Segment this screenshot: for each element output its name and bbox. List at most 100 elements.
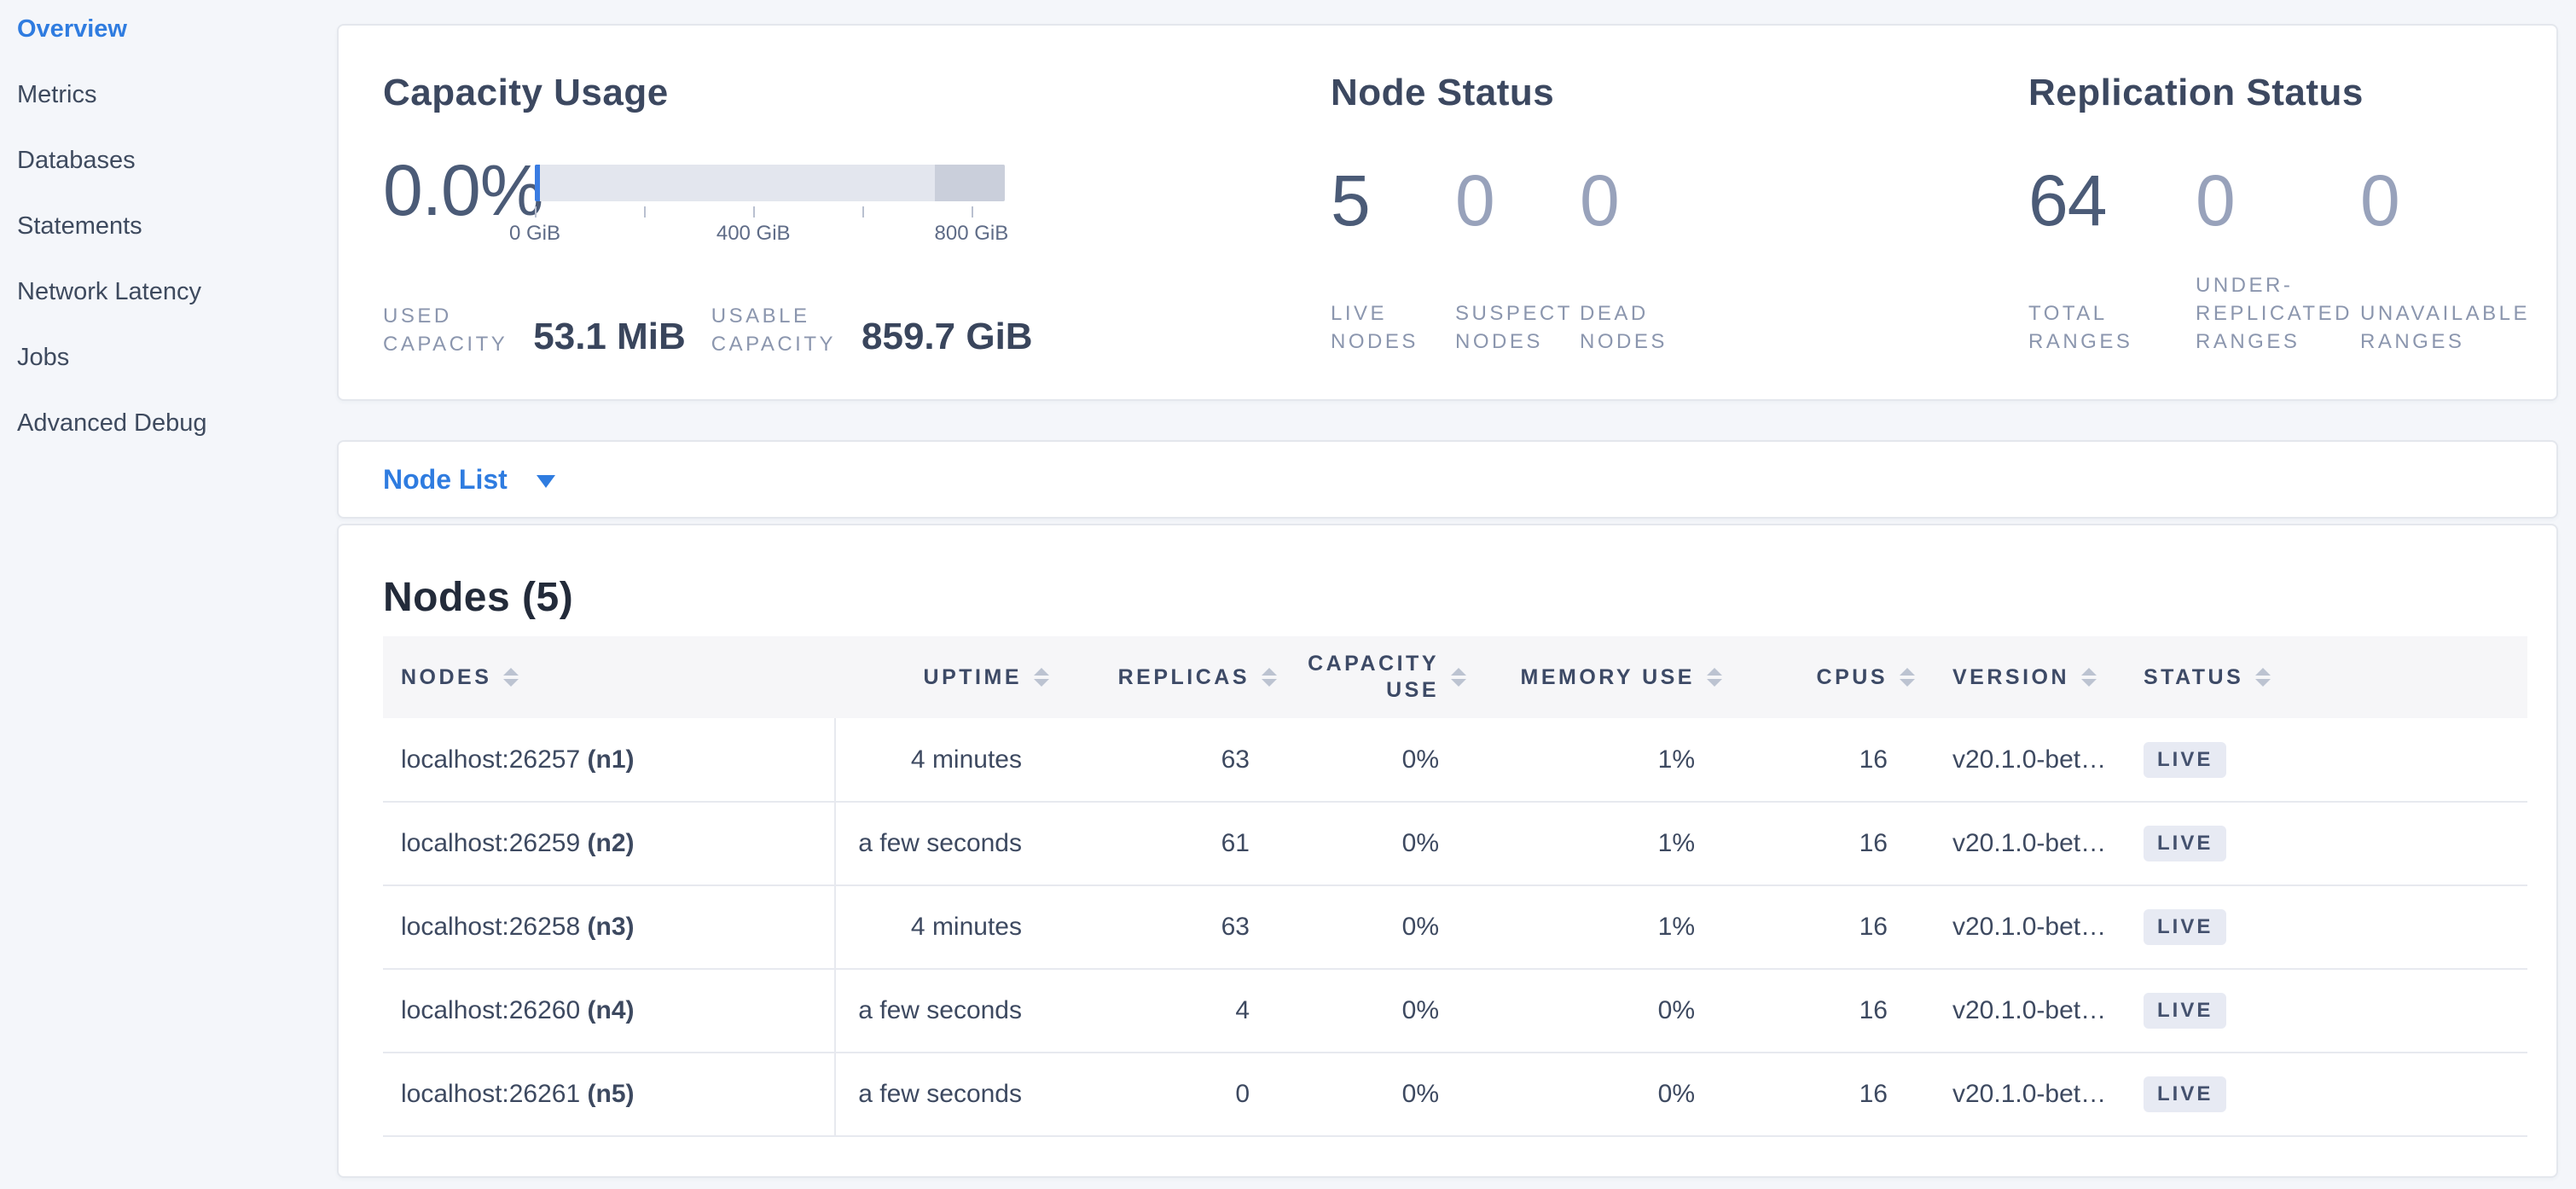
live-nodes-label: LIVENODES [1331, 299, 1455, 357]
unavailable-ranges-value: 0 [2360, 165, 2576, 236]
capacity-gauge-ticks [535, 201, 1005, 220]
nodes-table-card: Nodes (5) NODES UPTIME RE [337, 524, 2558, 1178]
dead-nodes-label: DEADNODES [1580, 299, 1767, 357]
node-memory-use: 0% [1466, 969, 1722, 1053]
column-header-memory-use[interactable]: MEMORY USE [1466, 636, 1722, 718]
node-cpus: 16 [1722, 718, 1915, 802]
node-uptime: 4 minutes [835, 885, 1049, 969]
suspect-nodes-label: SUSPECTNODES [1455, 299, 1580, 357]
total-ranges-value: 64 [2028, 165, 2196, 236]
node-memory-use: 1% [1466, 802, 1722, 885]
node-version: v20.1.0-bet… [1915, 969, 2130, 1053]
sidebar-item-network-latency[interactable]: Network Latency [0, 276, 334, 342]
node-uptime: a few seconds [835, 802, 1049, 885]
usable-capacity-value: 859.7 GiB [862, 317, 1033, 357]
status-badge: LIVE [2144, 909, 2226, 945]
nodes-table: NODES UPTIME REPLICAS [383, 636, 2527, 1137]
total-ranges-label: TOTALRANGES [2028, 299, 2196, 357]
status-badge: LIVE [2144, 826, 2226, 861]
status-badge: LIVE [2144, 993, 2226, 1029]
capacity-gauge: 0 GiB 400 GiB 800 GiB [535, 165, 1005, 246]
node-cpus: 16 [1722, 885, 1915, 969]
node-capacity-use: 0% [1277, 969, 1466, 1053]
capacity-usage-title: Capacity Usage [383, 71, 1033, 115]
unavailable-ranges-label: UNAVAILABLERANGES [2360, 299, 2576, 357]
node-replicas: 63 [1049, 885, 1277, 969]
sidebar-item-databases[interactable]: Databases [0, 145, 334, 211]
status-badge: LIVE [2144, 742, 2226, 778]
suspect-nodes-value: 0 [1455, 165, 1580, 236]
column-header-uptime[interactable]: UPTIME [835, 636, 1049, 718]
node-memory-use: 0% [1466, 1053, 1722, 1136]
main-content: Capacity Usage 0.0% 0 GiB 400 GiB 800 Gi… [337, 0, 2558, 1178]
cluster-summary-card: Capacity Usage 0.0% 0 GiB 400 GiB 800 Gi… [337, 24, 2558, 401]
table-row-node-4[interactable]: localhost:26260 (n4) a few seconds 4 0% … [383, 969, 2527, 1053]
node-address: localhost:26259 [401, 829, 580, 857]
node-uptime: a few seconds [835, 969, 1049, 1053]
table-header-row: NODES UPTIME REPLICAS [383, 636, 2527, 718]
tick-label-400: 400 GiB [717, 222, 791, 246]
node-version: v20.1.0-bet… [1915, 885, 2130, 969]
sort-icon [1707, 668, 1722, 687]
node-list-dropdown[interactable]: Node List [337, 440, 2558, 519]
node-id: (n2) [588, 829, 635, 857]
sort-icon [1900, 668, 1915, 687]
used-capacity-value: 53.1 MiB [533, 317, 686, 357]
node-uptime: a few seconds [835, 1053, 1049, 1136]
node-address: localhost:26261 [401, 1080, 580, 1108]
sort-icon [2255, 668, 2271, 687]
node-replicas: 0 [1049, 1053, 1277, 1136]
node-capacity-use: 0% [1277, 718, 1466, 802]
node-address: localhost:26257 [401, 745, 580, 774]
column-header-cpus[interactable]: CPUS [1722, 636, 1915, 718]
node-capacity-use: 0% [1277, 802, 1466, 885]
node-version: v20.1.0-bet… [1915, 1053, 2130, 1136]
table-row-node-5[interactable]: localhost:26261 (n5) a few seconds 0 0% … [383, 1053, 2527, 1136]
node-cpus: 16 [1722, 802, 1915, 885]
tick-label-800: 800 GiB [935, 222, 1009, 246]
node-memory-use: 1% [1466, 885, 1722, 969]
table-row-node-3[interactable]: localhost:26258 (n3) 4 minutes 63 0% 1% … [383, 885, 2527, 969]
sort-icon [1451, 668, 1466, 687]
node-capacity-use: 0% [1277, 1053, 1466, 1136]
under-replicated-ranges-value: 0 [2196, 165, 2360, 236]
node-address: localhost:26258 [401, 913, 580, 941]
node-id: (n3) [588, 913, 635, 941]
column-header-replicas[interactable]: REPLICAS [1049, 636, 1277, 718]
status-badge: LIVE [2144, 1076, 2226, 1112]
node-replicas: 61 [1049, 802, 1277, 885]
node-address: localhost:26260 [401, 996, 580, 1024]
under-replicated-ranges-label: UNDER-REPLICATEDRANGES [2196, 271, 2360, 357]
sidebar: Overview Metrics Databases Statements Ne… [0, 0, 334, 473]
node-id: (n5) [588, 1080, 635, 1108]
nodes-table-title: Nodes (5) [383, 575, 2512, 621]
column-header-capacity-use[interactable]: CAPACITY USE [1277, 636, 1466, 718]
live-nodes-value: 5 [1331, 165, 1455, 236]
sort-icon [2081, 668, 2097, 687]
sort-icon [1262, 668, 1277, 687]
node-status-section: Node Status 5 0 0 LIVENODES SUSPECTNODES… [1331, 71, 1767, 357]
replication-status-section: Replication Status 64 0 0 TOTALRANGES UN… [2028, 71, 2576, 357]
column-header-nodes[interactable]: NODES [383, 636, 835, 718]
column-header-version[interactable]: VERSION [1915, 636, 2130, 718]
capacity-usage-section: Capacity Usage 0.0% 0 GiB 400 GiB 800 Gi… [383, 71, 1033, 358]
node-capacity-use: 0% [1277, 885, 1466, 969]
node-cpus: 16 [1722, 969, 1915, 1053]
node-cpus: 16 [1722, 1053, 1915, 1136]
node-version: v20.1.0-bet… [1915, 718, 2130, 802]
capacity-used-percent: 0.0% [383, 154, 535, 226]
sidebar-item-jobs[interactable]: Jobs [0, 342, 334, 408]
usable-capacity-label: USABLE CAPACITY [711, 302, 836, 358]
sidebar-item-advanced-debug[interactable]: Advanced Debug [0, 408, 334, 473]
column-header-status[interactable]: STATUS [2130, 636, 2527, 718]
used-capacity-label: USED CAPACITY [383, 302, 508, 358]
sidebar-item-metrics[interactable]: Metrics [0, 79, 334, 145]
table-row-node-2[interactable]: localhost:26259 (n2) a few seconds 61 0%… [383, 802, 2527, 885]
replication-status-title: Replication Status [2028, 71, 2576, 115]
sidebar-item-overview[interactable]: Overview [0, 14, 334, 79]
table-row-node-1[interactable]: localhost:26257 (n1) 4 minutes 63 0% 1% … [383, 718, 2527, 802]
sort-icon [503, 668, 519, 687]
tick-label-0: 0 GiB [509, 222, 560, 246]
node-status-title: Node Status [1331, 71, 1767, 115]
sidebar-item-statements[interactable]: Statements [0, 211, 334, 276]
